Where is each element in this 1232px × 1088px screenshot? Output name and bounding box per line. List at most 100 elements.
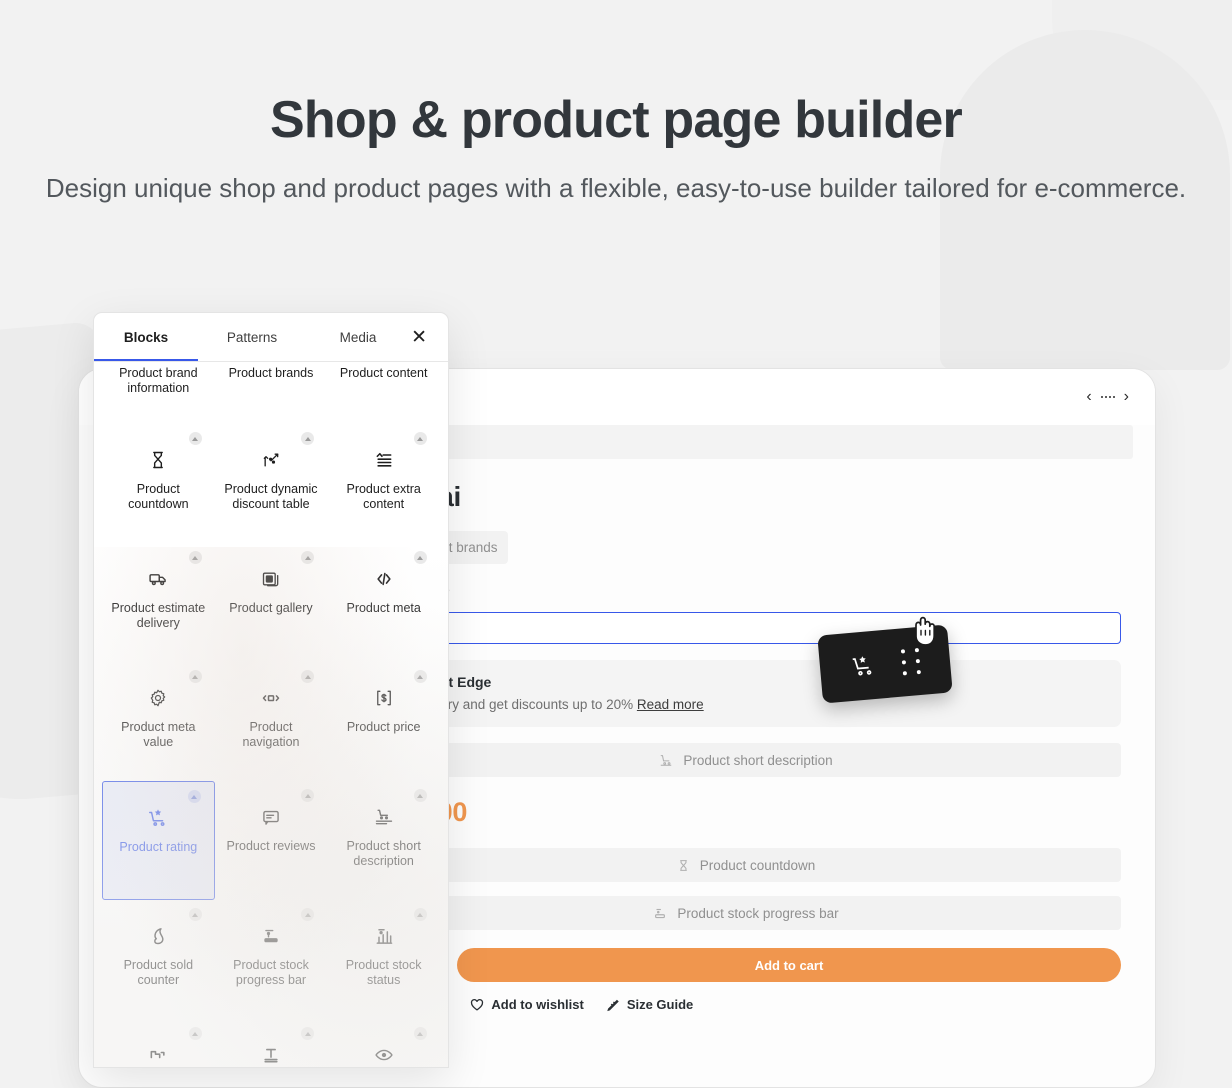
product-sku: SKU: AR-208 xyxy=(371,581,1121,596)
block-item-label: Product content xyxy=(339,366,428,380)
block-item-label: Product stock status xyxy=(345,958,422,987)
inserter-tabs: Blocks Patterns Media ✕ xyxy=(94,313,448,362)
block-item[interactable]: Product extra content xyxy=(327,424,440,543)
product-stock-progress-label: Product stock progress bar xyxy=(677,905,839,921)
block-item[interactable]: Product title xyxy=(215,1019,328,1067)
premium-badge-icon xyxy=(413,1027,427,1040)
block-list-scroll[interactable]: Product brand information Product brands P… xyxy=(94,362,448,1067)
add-to-cart-button[interactable]: Add to cart xyxy=(457,948,1121,982)
code-icon xyxy=(374,561,394,597)
prev-arrow-icon[interactable]: ‹ xyxy=(1086,388,1091,406)
hero-section: Shop & product page builder Design uniqu… xyxy=(0,92,1232,207)
flame-icon xyxy=(148,918,168,954)
block-item-label: Product navigation xyxy=(242,720,300,749)
stock-progress-icon xyxy=(261,918,281,954)
hourglass-icon xyxy=(148,442,168,478)
block-item-label: Product brands xyxy=(228,366,314,380)
stock-status-icon xyxy=(374,918,394,954)
product-short-description-label: Product short description xyxy=(683,752,833,768)
block-item[interactable]: Product rating xyxy=(102,781,215,900)
gallery-icon xyxy=(261,561,281,597)
next-arrow-icon[interactable]: › xyxy=(1124,388,1129,406)
premium-badge-icon xyxy=(301,1027,315,1040)
premium-badge-icon xyxy=(413,908,427,921)
gear-icon xyxy=(148,680,168,716)
block-item-label: Product estimate delivery xyxy=(111,601,206,630)
premium-badge-icon xyxy=(188,432,202,445)
block-grid: Product brand information Product brands P… xyxy=(102,362,440,1067)
cart-lines-icon xyxy=(374,799,394,835)
promo-banner: Soft Edge Hurry and get discounts up to … xyxy=(371,660,1121,727)
block-item[interactable]: Product short description xyxy=(327,781,440,900)
block-item[interactable]: Product meta value xyxy=(102,662,215,781)
block-item[interactable]: Product brand information xyxy=(102,362,215,424)
grid-view-icon[interactable] xyxy=(1100,396,1115,398)
block-item[interactable]: Product brands xyxy=(215,362,328,424)
tab-patterns[interactable]: Patterns xyxy=(198,313,306,361)
product-details: Sendai Product brands SKU: AR-208 Soft E… xyxy=(371,477,1133,1067)
promo-read-more-link[interactable]: Read more xyxy=(637,697,704,712)
premium-badge-icon xyxy=(413,789,427,802)
block-item[interactable]: Product reviews xyxy=(215,781,328,900)
product-short-description-placeholder[interactable]: Product short description xyxy=(371,743,1121,777)
product-title: Sendai xyxy=(371,481,1121,513)
hourglass-icon xyxy=(679,859,687,871)
wishlist-label: Add to wishlist xyxy=(491,997,584,1012)
gallery-pagination: ‹ › xyxy=(1086,388,1129,406)
block-item-label: Product stock progress bar xyxy=(233,958,309,987)
ruler-icon xyxy=(607,999,619,1011)
product-rating-drop-slot[interactable] xyxy=(371,612,1121,644)
premium-badge-icon xyxy=(301,789,315,802)
promo-text: Hurry and get discounts up to 20% xyxy=(426,697,634,712)
truck-icon xyxy=(148,561,168,597)
premium-badge-icon xyxy=(301,670,315,683)
block-item-label: Product sold counter xyxy=(123,958,194,987)
block-item[interactable]: Product visitor counter xyxy=(327,1019,440,1067)
block-item-label: Product short description xyxy=(346,839,421,868)
block-item[interactable]: Product stock status xyxy=(327,900,440,1019)
premium-badge-icon xyxy=(413,432,427,445)
block-item-label: Product extra content xyxy=(346,482,421,511)
block-item[interactable]: Product stock progress bar xyxy=(215,900,328,1019)
block-item[interactable]: Product navigation xyxy=(215,662,328,781)
block-item-label: Product dynamic discount table xyxy=(224,482,318,511)
heart-icon xyxy=(471,998,484,1011)
product-countdown-placeholder[interactable]: Product countdown xyxy=(371,848,1121,882)
block-item[interactable]: Product gallery xyxy=(215,543,328,662)
cart-lines-icon xyxy=(661,755,672,766)
block-item[interactable]: Product price xyxy=(327,662,440,781)
extra-content-icon xyxy=(374,442,394,478)
block-item-label: Product rating xyxy=(119,840,198,854)
stock-progress-icon xyxy=(655,908,666,919)
title-icon xyxy=(261,1037,281,1067)
tab-media[interactable]: Media xyxy=(306,313,410,361)
close-icon[interactable]: ✕ xyxy=(411,328,427,347)
block-item[interactable]: Product tabs xyxy=(102,1019,215,1067)
block-item[interactable]: Product countdown xyxy=(102,424,215,543)
product-action-links: Compare Add to wishlist Size Guide xyxy=(371,997,1121,1012)
tabs-icon xyxy=(148,1037,168,1067)
block-inserter-panel: Blocks Patterns Media ✕ Product brand in… xyxy=(93,312,449,1068)
block-item-label: Product price xyxy=(346,720,421,734)
grabbing-hand-cursor xyxy=(915,616,936,646)
block-item[interactable]: Product estimate delivery xyxy=(102,543,215,662)
block-item-label: Product gallery xyxy=(229,601,313,615)
cart-star-icon xyxy=(147,800,169,836)
premium-badge-icon xyxy=(413,670,427,683)
price-tag-icon xyxy=(374,680,394,716)
promo-title: Soft Edge xyxy=(426,674,492,690)
navigation-icon xyxy=(261,680,281,716)
premium-badge-icon xyxy=(188,908,202,921)
product-stock-progress-placeholder[interactable]: Product stock progress bar xyxy=(371,896,1121,930)
block-item[interactable]: Product content xyxy=(327,362,440,424)
block-item[interactable]: Product dynamic discount table xyxy=(215,424,328,543)
block-item[interactable]: Product sold counter xyxy=(102,900,215,1019)
wishlist-link[interactable]: Add to wishlist xyxy=(470,997,584,1012)
block-item-label: Product countdown xyxy=(128,482,189,511)
block-item-label: Product reviews xyxy=(226,839,316,853)
tab-blocks[interactable]: Blocks xyxy=(94,313,198,361)
block-item[interactable]: Product meta xyxy=(327,543,440,662)
size-guide-label: Size Guide xyxy=(626,997,694,1012)
page-subtitle: Design unique shop and product pages wit… xyxy=(45,173,1187,204)
size-guide-link[interactable]: Size Guide xyxy=(606,997,693,1012)
